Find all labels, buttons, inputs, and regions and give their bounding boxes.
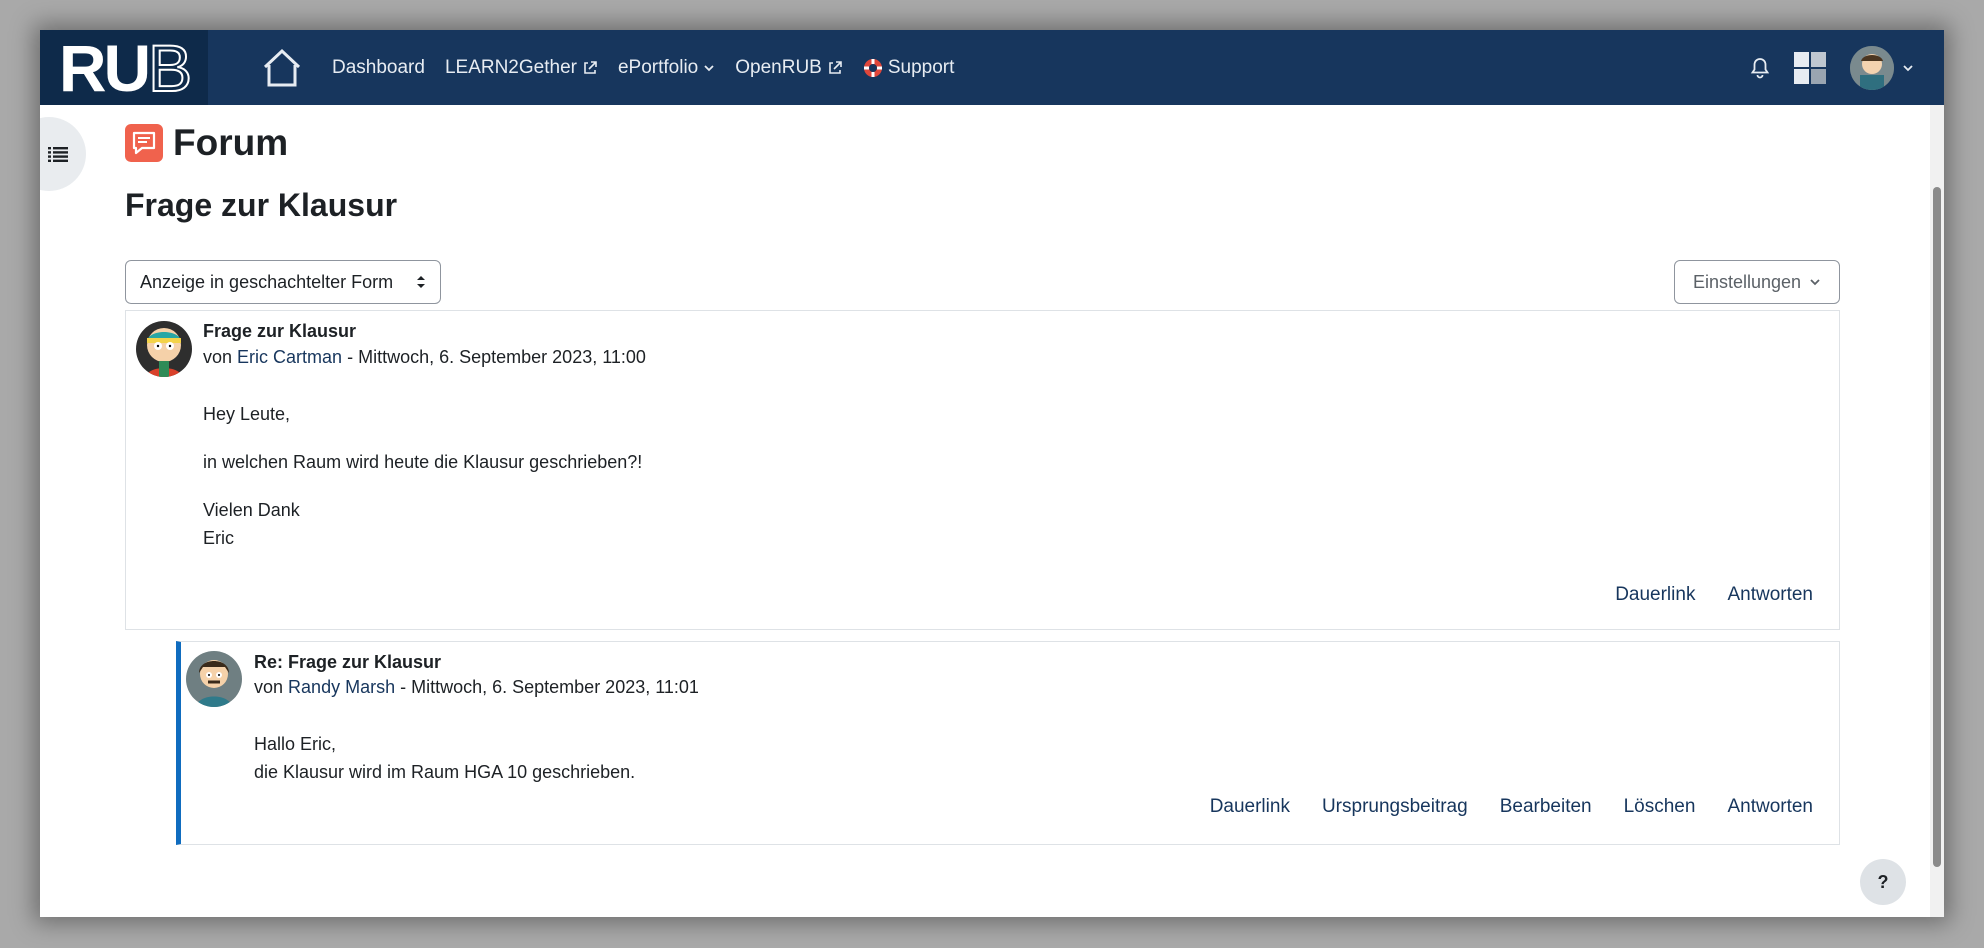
nav-link-label: OpenRUB bbox=[735, 56, 822, 78]
nav-link-support[interactable]: Support bbox=[863, 56, 955, 79]
reply-link[interactable]: Antworten bbox=[1727, 584, 1813, 606]
scrollbar-thumb[interactable] bbox=[1933, 187, 1941, 867]
user-menu[interactable] bbox=[1850, 45, 1914, 90]
post-line: in welchen Raum wird heute die Klausur g… bbox=[203, 452, 643, 472]
post-line: Eric bbox=[203, 528, 234, 548]
edit-link[interactable]: Bearbeiten bbox=[1500, 796, 1592, 818]
user-avatar bbox=[1850, 45, 1894, 90]
post-line: Vielen Dank bbox=[203, 500, 300, 520]
nav-link-eportfolio[interactable]: ePortfolio bbox=[618, 57, 715, 79]
discussion-title: Frage zur Klausur bbox=[125, 187, 398, 223]
forum-reply-post: Re: Frage zur Klausur von Randy Marsh - … bbox=[176, 641, 1840, 845]
home-icon[interactable] bbox=[262, 46, 302, 90]
post-line: Hey Leute, bbox=[203, 404, 291, 424]
display-mode-select[interactable]: Anzeige in geschachtelter Form bbox=[125, 260, 441, 304]
browser-window: RU B Dashboard LEARN2Gether ePortfolio Op… bbox=[40, 30, 1944, 917]
reply-link[interactable]: Antworten bbox=[1727, 796, 1813, 818]
nav-link-label: LEARN2Gether bbox=[444, 56, 577, 78]
author-avatar[interactable] bbox=[136, 321, 192, 377]
chevron-down-icon bbox=[1903, 64, 1913, 71]
module-heading: Forum bbox=[125, 122, 288, 164]
post-content: Hey Leute, in welchen Raum wird heute di… bbox=[203, 400, 642, 552]
list-icon bbox=[48, 147, 68, 162]
external-link-icon bbox=[584, 60, 597, 74]
logo-text-bold: RU bbox=[58, 30, 151, 105]
chevron-down-icon bbox=[1810, 279, 1820, 286]
post-byline: von Randy Marsh - Mittwoch, 6. September… bbox=[254, 677, 699, 698]
settings-label: Einstellungen bbox=[1692, 271, 1802, 292]
chevron-down-icon bbox=[704, 64, 714, 71]
page-title: Forum bbox=[173, 122, 289, 163]
nav-link-dashboard[interactable]: Dashboard bbox=[332, 57, 425, 79]
nav-link-label: ePortfolio bbox=[617, 56, 699, 78]
post-line: Hallo Eric, bbox=[254, 734, 337, 754]
course-index-toggle[interactable] bbox=[40, 117, 86, 191]
post-line: die Klausur wird im Raum HGA 10 geschrie… bbox=[254, 762, 636, 782]
post-subject: Re: Frage zur Klausur bbox=[254, 652, 442, 672]
byline-prefix: von bbox=[203, 347, 233, 367]
nav-link-label: Support bbox=[887, 56, 955, 78]
parent-post-link[interactable]: Ursprungsbeitrag bbox=[1322, 796, 1468, 818]
sort-arrows-icon bbox=[417, 276, 425, 288]
bell-icon[interactable] bbox=[1750, 57, 1770, 79]
nav-link-openrub[interactable]: OpenRUB bbox=[735, 57, 843, 79]
logo-text-outline: B bbox=[147, 30, 193, 105]
top-navbar: RU B Dashboard LEARN2Gether ePortfolio Op… bbox=[40, 30, 1944, 105]
author-avatar[interactable] bbox=[186, 651, 242, 707]
post-content: Hallo Eric, die Klausur wird im Raum HGA… bbox=[254, 730, 635, 786]
lifebuoy-icon bbox=[863, 58, 882, 77]
delete-link[interactable]: Löschen bbox=[1624, 796, 1696, 818]
nav-link-label: Dashboard bbox=[332, 56, 425, 78]
author-link[interactable]: Eric Cartman bbox=[237, 347, 342, 367]
navbar-user-area bbox=[1750, 30, 1914, 105]
post-actions: Dauerlink Ursprungsbeitrag Bearbeiten Lö… bbox=[1210, 796, 1813, 818]
byline-prefix: von bbox=[254, 677, 284, 697]
forum-post: Frage zur Klausur von Eric Cartman - Mit… bbox=[125, 310, 1840, 630]
post-byline: von Eric Cartman - Mittwoch, 6. Septembe… bbox=[203, 347, 646, 368]
author-link[interactable]: Randy Marsh bbox=[288, 677, 395, 697]
help-button[interactable]: ? bbox=[1860, 859, 1906, 905]
nav-link-learn2gether[interactable]: LEARN2Gether bbox=[445, 57, 598, 79]
external-link-icon bbox=[829, 60, 842, 74]
post-actions: Dauerlink Antworten bbox=[1615, 584, 1813, 606]
post-date: - Mittwoch, 6. September 2023, 11:00 bbox=[347, 347, 646, 367]
permalink-link[interactable]: Dauerlink bbox=[1615, 584, 1695, 606]
settings-button[interactable]: Einstellungen bbox=[1674, 260, 1840, 304]
grid-icon[interactable] bbox=[1794, 51, 1826, 84]
post-subject: Frage zur Klausur bbox=[203, 321, 357, 341]
permalink-link[interactable]: Dauerlink bbox=[1210, 796, 1290, 818]
rub-logo[interactable]: RU B bbox=[40, 30, 208, 105]
primary-navigation: Dashboard LEARN2Gether ePortfolio OpenRU… bbox=[332, 57, 974, 79]
display-mode-value: Anzeige in geschachtelter Form bbox=[140, 271, 394, 292]
post-date: - Mittwoch, 6. September 2023, 11:01 bbox=[400, 677, 699, 697]
forum-icon bbox=[125, 124, 163, 162]
